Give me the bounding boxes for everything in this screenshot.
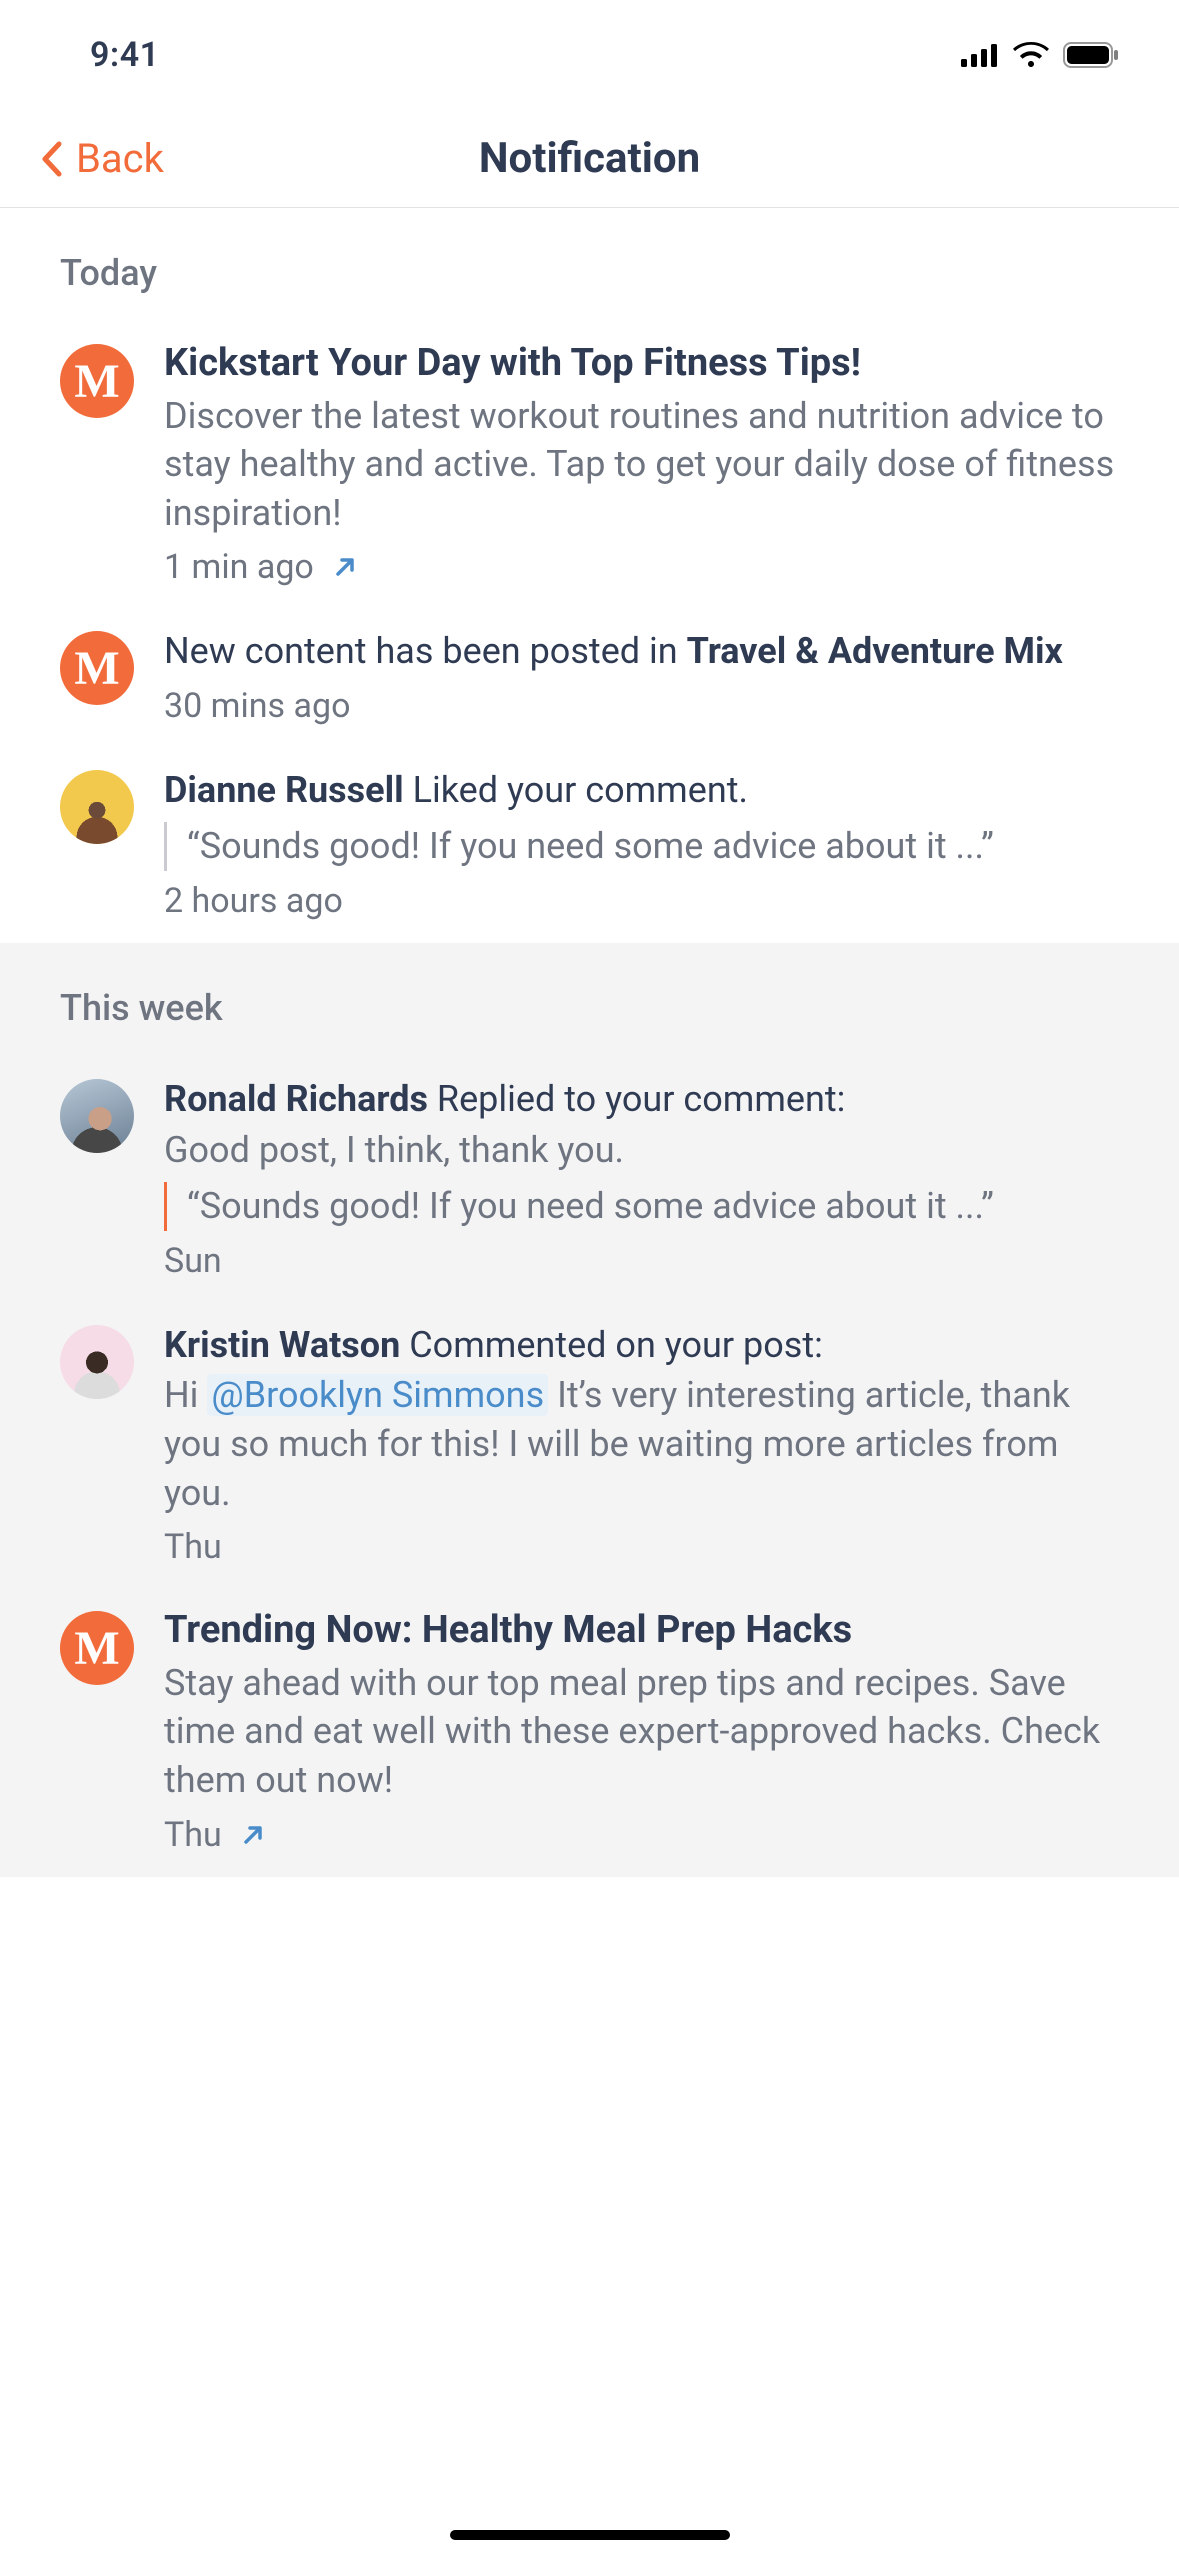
section-heading-week: This week <box>0 943 1179 1057</box>
app-avatar-icon: M <box>60 344 134 418</box>
reply-body: Good post, I think, thank you. <box>164 1126 1119 1175</box>
chevron-left-icon <box>40 141 62 177</box>
notification-body: Discover the latest workout routines and… <box>164 392 1119 538</box>
app-avatar-icon: M <box>60 1611 134 1685</box>
user-avatar <box>60 1325 134 1399</box>
notification-title: Kickstart Your Day with Top Fitness Tips… <box>164 340 1119 388</box>
notification-action: Dianne Russell Liked your comment. <box>164 766 1119 815</box>
notification-item[interactable]: Ronald Richards Replied to your comment:… <box>0 1057 1179 1303</box>
external-link-icon[interactable] <box>240 1822 266 1848</box>
quoted-comment: “Sounds good! If you need some advice ab… <box>164 822 1119 871</box>
notification-item[interactable]: Kristin Watson Commented on your post: H… <box>0 1303 1179 1589</box>
notification-title-bold: Travel & Adventure Mix <box>687 630 1063 672</box>
reply-body: Hi @Brooklyn Simmons It’s very interesti… <box>164 1371 1119 1517</box>
user-avatar <box>60 770 134 844</box>
actor-name: Ronald Richards <box>164 1078 428 1120</box>
notification-time: 1 min ago <box>164 547 314 587</box>
notification-item[interactable]: M Kickstart Your Day with Top Fitness Ti… <box>0 322 1179 609</box>
notification-time: Sun <box>164 1241 222 1281</box>
action-text: Commented on your post: <box>409 1324 823 1366</box>
header: Back Notification <box>0 110 1179 208</box>
section-today: Today M Kickstart Your Day with Top Fitn… <box>0 208 1179 943</box>
notification-item[interactable]: M Trending Now: Healthy Meal Prep Hacks … <box>0 1589 1179 1876</box>
notification-item[interactable]: Dianne Russell Liked your comment. “Soun… <box>0 748 1179 943</box>
status-bar: 9:41 <box>0 0 1179 110</box>
notification-action: Kristin Watson Commented on your post: <box>164 1321 1119 1370</box>
notification-title-pre: New content has been posted in <box>164 630 687 672</box>
cellular-icon <box>961 43 999 67</box>
section-heading-today: Today <box>0 208 1179 322</box>
quoted-comment: “Sounds good! If you need some advice ab… <box>164 1182 1119 1231</box>
back-label: Back <box>76 135 164 182</box>
home-indicator <box>450 2530 730 2540</box>
notification-time: Thu <box>164 1815 222 1855</box>
actor-name: Dianne Russell <box>164 769 404 811</box>
notification-title: Trending Now: Healthy Meal Prep Hacks <box>164 1607 1119 1655</box>
status-icons <box>961 42 1119 68</box>
wifi-icon <box>1013 42 1049 68</box>
back-button[interactable]: Back <box>40 135 164 182</box>
actor-name: Kristin Watson <box>164 1324 400 1366</box>
action-text: Liked your comment. <box>413 769 748 811</box>
notification-item[interactable]: M New content has been posted in Travel … <box>0 609 1179 748</box>
page-title: Notification <box>479 134 700 183</box>
external-link-icon[interactable] <box>332 554 358 580</box>
reply-pre: Hi <box>164 1374 207 1416</box>
battery-icon <box>1063 42 1119 68</box>
notification-body: Stay ahead with our top meal prep tips a… <box>164 1659 1119 1805</box>
action-text: Replied to your comment: <box>437 1078 845 1120</box>
status-time: 9:41 <box>90 35 160 75</box>
notification-time: Thu <box>164 1527 222 1567</box>
user-mention[interactable]: @Brooklyn Simmons <box>207 1374 548 1416</box>
notification-time: 30 mins ago <box>164 686 350 726</box>
notification-time: 2 hours ago <box>164 881 343 921</box>
notification-title: New content has been posted in Travel & … <box>164 627 1119 676</box>
user-avatar <box>60 1079 134 1153</box>
notification-action: Ronald Richards Replied to your comment: <box>164 1075 1119 1124</box>
app-avatar-icon: M <box>60 631 134 705</box>
section-this-week: This week Ronald Richards Replied to you… <box>0 943 1179 1876</box>
